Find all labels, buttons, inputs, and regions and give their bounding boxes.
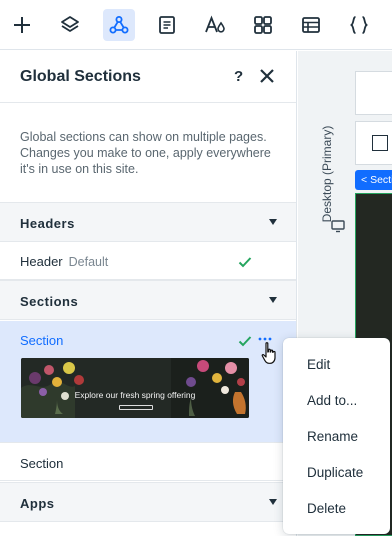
section-tag[interactable]: < Secti <box>355 170 392 190</box>
code-button[interactable] <box>343 9 375 41</box>
theme-button[interactable] <box>199 9 231 41</box>
chevron-down-icon <box>269 219 277 225</box>
list-item-name: Section <box>20 333 64 348</box>
section-tag-label: Secti <box>370 174 392 186</box>
check-icon <box>238 336 252 347</box>
global-sections-icon <box>109 16 129 34</box>
help-button[interactable]: ? <box>234 68 243 85</box>
chevron-down-icon <box>269 499 277 505</box>
desktop-icon <box>331 220 345 233</box>
pointer-cursor-icon <box>261 342 276 364</box>
list-item-section[interactable]: Section <box>0 443 296 481</box>
canvas-header-block <box>355 71 392 115</box>
list-item-sub: Default <box>68 255 109 269</box>
cms-button[interactable] <box>295 9 327 41</box>
sections-group-header[interactable]: Sections <box>0 280 296 320</box>
menu-item-rename[interactable]: Rename <box>307 429 358 444</box>
section-thumbnail: Explore our fresh spring offering <box>21 358 249 418</box>
list-item-section-selected[interactable]: Section Explore our fresh spring offerin… <box>0 321 296 443</box>
menu-item-delete[interactable]: Delete <box>307 501 346 516</box>
apps-group-label: Apps <box>20 496 55 511</box>
global-sections-button[interactable] <box>103 9 135 41</box>
close-icon[interactable] <box>257 66 277 86</box>
layers-button[interactable] <box>54 9 86 41</box>
menu-item-duplicate[interactable]: Duplicate <box>307 465 363 480</box>
plus-icon <box>14 17 30 33</box>
list-item-name: Header <box>20 254 63 269</box>
thumbnail-button <box>119 405 153 410</box>
apps-icon <box>254 16 272 34</box>
check-icon <box>238 257 252 268</box>
menu-item-edit[interactable]: Edit <box>307 357 330 372</box>
section-context-menu: Edit Add to... Rename Duplicate Delete <box>283 338 390 534</box>
list-item-name: Section <box>20 456 64 471</box>
thumbnail-headline: Explore our fresh spring offering <box>74 390 196 400</box>
panel-header: Global Sections ? <box>0 51 296 103</box>
table-icon <box>302 17 320 33</box>
device-indicator: Desktop (Primary) <box>312 115 345 255</box>
list-item-header[interactable]: Header Default <box>0 242 296 280</box>
global-sections-panel: Global Sections ? Global sections can sh… <box>0 51 297 536</box>
top-toolbar <box>0 0 392 50</box>
theme-icon <box>205 15 225 33</box>
apps-group-header[interactable]: Apps <box>0 482 296 522</box>
pages-icon <box>159 16 175 34</box>
panel-description: Global sections can show on multiple pag… <box>20 130 271 176</box>
checkbox[interactable] <box>372 135 388 151</box>
sections-group-label: Sections <box>20 294 79 309</box>
apps-button[interactable] <box>247 9 279 41</box>
layers-icon <box>61 16 79 32</box>
chevron-left-icon: < <box>361 174 368 186</box>
canvas-block <box>355 121 392 165</box>
pages-button[interactable] <box>151 9 183 41</box>
list-item-name-wrap: Header Default <box>20 254 108 269</box>
menu-item-add-to[interactable]: Add to... <box>307 393 357 408</box>
code-icon <box>350 16 368 34</box>
headers-group-label: Headers <box>20 216 75 231</box>
add-elements-button[interactable] <box>6 9 38 41</box>
panel-title: Global Sections <box>20 68 141 85</box>
chevron-down-icon <box>269 297 277 303</box>
headers-group-header[interactable]: Headers <box>0 202 296 242</box>
